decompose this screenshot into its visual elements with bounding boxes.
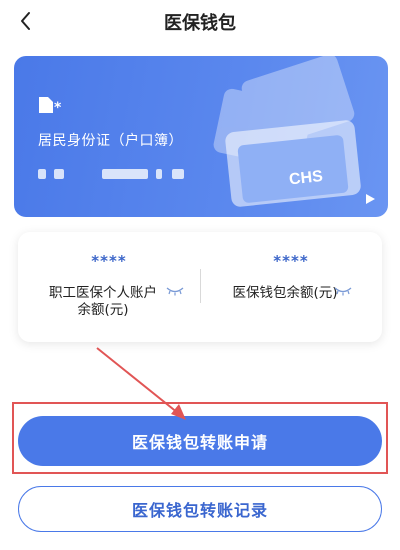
card-holder-name: * [38, 96, 61, 116]
wallet-balance: **** 医保钱包余额(元) [200, 232, 382, 342]
balance-value: **** [273, 252, 309, 270]
employee-account-balance: **** 职工医保个人账户余额(元) [18, 232, 200, 342]
balance-label: 职工医保个人账户余额(元) [49, 285, 157, 318]
eye-closed-icon[interactable] [166, 286, 184, 296]
balance-panel: **** 职工医保个人账户余额(元) **** 医保钱包余额(元) [18, 232, 382, 342]
transfer-records-button[interactable]: 医保钱包转账记录 [18, 486, 382, 532]
name-block-icon [39, 97, 53, 113]
eye-closed-icon[interactable] [334, 286, 352, 296]
id-card: CHS * 居民身份证（户口簿） [14, 56, 388, 217]
balance-label: 医保钱包余额(元) [232, 285, 338, 301]
name-mask: * [54, 100, 62, 116]
play-arrow-icon[interactable] [364, 193, 376, 205]
id-number-redacted [38, 165, 188, 183]
page-title: 医保钱包 [164, 13, 236, 34]
id-type-label: 居民身份证（户口簿） [38, 133, 183, 149]
card-illustration: CHS [213, 56, 361, 207]
chs-logo: CHS [288, 168, 324, 188]
transfer-apply-button[interactable]: 医保钱包转账申请 [18, 416, 382, 466]
balance-value: **** [91, 252, 127, 270]
